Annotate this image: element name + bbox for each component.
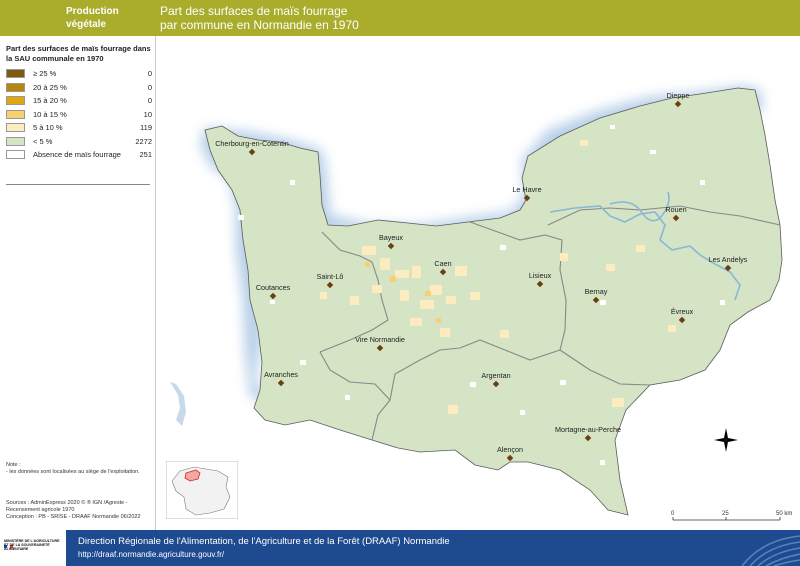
city-label: Coutances (256, 283, 291, 292)
city-label: Vire Normandie (355, 335, 405, 344)
city-label: Argentan (481, 371, 510, 380)
city-label: Bayeux (379, 233, 403, 242)
page-title: Part des surfaces de maïs fourrage par c… (160, 4, 359, 32)
title-line-2: par commune en Normandie en 1970 (160, 18, 359, 32)
title-line-1: Part des surfaces de maïs fourrage (160, 4, 348, 18)
sources-block: Sources : AdminExpress 2020 © ® IGN /Agr… (6, 500, 152, 521)
legend-count: 0 (147, 96, 152, 105)
map-canvas: Dieppe Cherbourg-en-Cotentin Le Havre Rouen… (170, 86, 792, 521)
inset-map (166, 461, 238, 519)
city-label: Le Havre (512, 185, 541, 194)
legend-swatch (6, 123, 25, 132)
sources-line-2: Recensement agricole 1970 (6, 507, 75, 513)
legend-title: Part des surfaces de maïs fourrage dans … (6, 44, 151, 63)
legend-count: 0 (147, 83, 152, 92)
legend-label: ≥ 25 % (33, 69, 57, 78)
legend-swatch (6, 96, 25, 105)
city-label: Mortagne-au-Perche (555, 425, 621, 434)
theme-label: Production végétale (66, 6, 119, 30)
channel-islands (170, 382, 186, 426)
note-text: - les données sont localisées au siège d… (6, 469, 140, 475)
city-label: Évreux (671, 307, 694, 316)
legend-item: 20 à 25 % 0 (6, 82, 152, 93)
legend-label: 20 à 25 % (33, 83, 67, 92)
legend-count: 10 (143, 110, 152, 119)
legend-item: 10 à 15 % 10 (6, 109, 152, 120)
legend-item: < 5 % 2272 (6, 136, 152, 147)
footer-org: Direction Régionale de l'Alimentation, d… (78, 536, 450, 547)
scale-label: 0 (671, 511, 675, 517)
legend-swatch (6, 83, 25, 92)
north-arrow (714, 428, 738, 452)
city-label: Rouen (665, 205, 686, 214)
city-label: Bernay (585, 287, 608, 296)
note-block: Note : - les données sont localisées au … (6, 462, 152, 476)
note-title: Note : (6, 462, 21, 468)
footer-link[interactable]: http://draaf.normandie.agriculture.gouv.… (78, 550, 224, 559)
legend-label: 5 à 10 % (33, 123, 63, 132)
city-label: Caen (434, 259, 451, 268)
sources-line-1: Sources : AdminExpress 2020 © ® IGN /Agr… (6, 500, 128, 506)
legend-separator (6, 184, 150, 185)
legend-item: Absence de maïs fourrage 251 (6, 149, 152, 160)
legend-count: 119 (140, 123, 152, 132)
sources-line-3: Conception : PB - SRISE - DRAAF Normandi… (6, 514, 141, 520)
legend-item: 5 à 10 % 119 (6, 122, 152, 133)
legend-label: 10 à 15 % (33, 110, 67, 119)
scale-label: 25 (722, 511, 729, 517)
scale-label: 50 km (776, 511, 792, 517)
city-label: Alençon (497, 445, 523, 454)
legend-label: < 5 % (33, 137, 53, 146)
legend-label: 15 à 20 % (33, 96, 67, 105)
scale-bar: 0 25 50 km (671, 511, 792, 521)
city-label: Saint-Lô (317, 272, 344, 281)
legend-item: ≥ 25 % 0 (6, 68, 152, 79)
city-label: Dieppe (667, 91, 690, 100)
legend-count: 0 (147, 69, 152, 78)
legend-count: 251 (139, 150, 152, 159)
legend-swatch (6, 137, 25, 146)
ministry-text: MINISTÈRE DE L'AGRICULTURE ET DE LA SOUV… (4, 539, 60, 551)
footer-wave-graphic (741, 535, 800, 566)
flag-icon (4, 535, 14, 548)
legend-swatch (6, 69, 25, 78)
normandy-region (204, 87, 783, 516)
legend-swatch (6, 110, 25, 119)
legend-item: 15 à 20 % 0 (6, 95, 152, 106)
city-label: Cherbourg-en-Cotentin (215, 139, 289, 148)
legend-swatch (6, 150, 25, 159)
city-label: Lisieux (529, 271, 552, 280)
city-label: Avranches (264, 370, 298, 379)
legend-count: 2272 (135, 137, 152, 146)
city-label: Les Andelys (709, 255, 748, 264)
ministry-logo: MINISTÈRE DE L'AGRICULTURE ET DE LA SOUV… (0, 530, 66, 566)
legend-label: Absence de maïs fourrage (33, 150, 121, 159)
